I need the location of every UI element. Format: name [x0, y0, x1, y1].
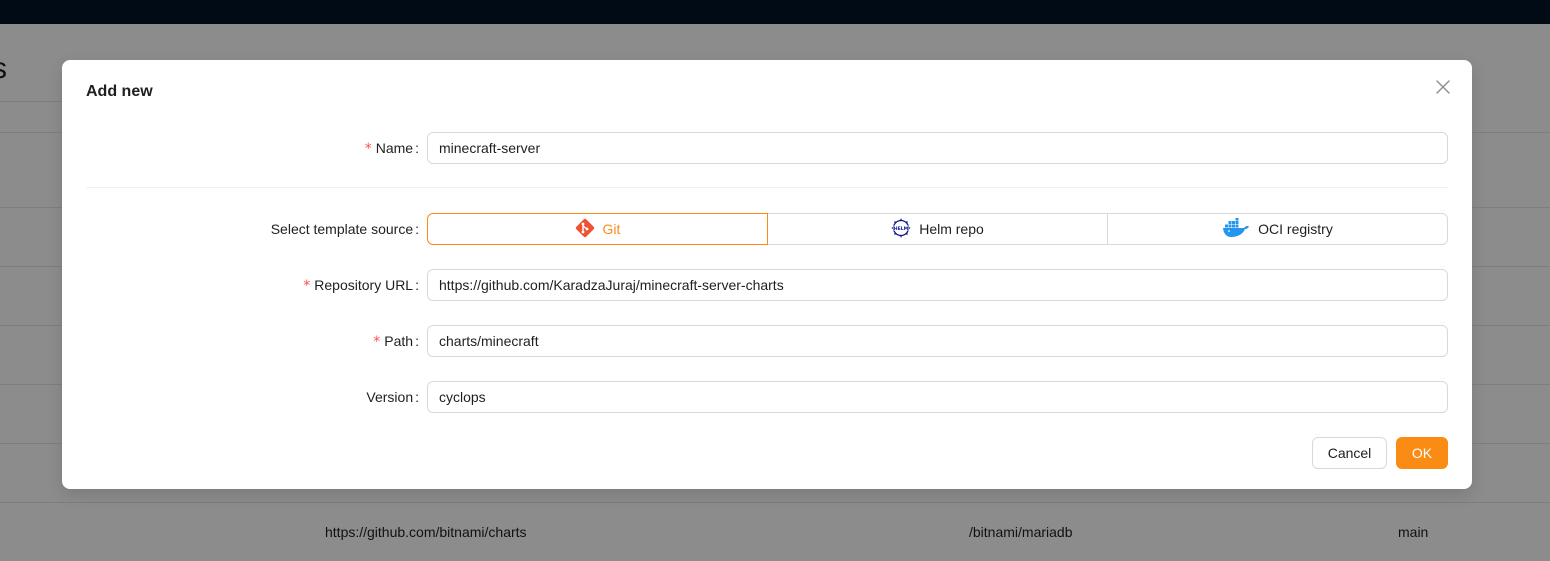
- path-label: * Path:: [373, 333, 419, 350]
- required-mark: *: [303, 278, 311, 294]
- name-input[interactable]: [427, 132, 1448, 164]
- helm-option-label: Helm repo: [919, 221, 984, 237]
- template-source-oci-registry[interactable]: OCI registry: [1107, 213, 1448, 245]
- git-option-label: Git: [602, 221, 621, 237]
- docker-icon: [1222, 217, 1250, 241]
- close-icon: [1436, 79, 1450, 99]
- template-source-segmented: Git HELM Helm repo OCI registry: [427, 213, 1448, 245]
- template-source-helm-repo[interactable]: HELM Helm repo: [767, 213, 1108, 245]
- form-row-template-source: Select template source: Git HELM Helm re…: [62, 213, 1472, 245]
- form-row-path: * Path:: [62, 325, 1472, 357]
- required-mark: *: [364, 141, 372, 157]
- form-row-version: Version:: [62, 381, 1472, 413]
- form-row-name: * Name:: [62, 132, 1472, 164]
- repository-url-label: * Repository URL:: [303, 277, 419, 294]
- path-input[interactable]: [427, 325, 1448, 357]
- ok-button[interactable]: OK: [1396, 437, 1448, 469]
- version-label: Version:: [366, 389, 419, 405]
- close-button[interactable]: [1432, 78, 1454, 100]
- repository-url-input[interactable]: [427, 269, 1448, 301]
- template-source-git[interactable]: Git: [427, 213, 768, 245]
- name-label: * Name:: [364, 140, 419, 157]
- modal-title: Add new: [86, 83, 153, 100]
- add-new-modal: Add new *Name: Select template source:: [62, 60, 1472, 489]
- git-icon: [575, 218, 595, 241]
- form-row-repository-url: * Repository URL:: [62, 269, 1472, 301]
- oci-option-label: OCI registry: [1258, 221, 1333, 237]
- form-divider: [86, 187, 1448, 188]
- required-mark: *: [373, 334, 381, 350]
- cancel-button[interactable]: Cancel: [1312, 437, 1387, 469]
- template-source-label: Select template source:: [270, 221, 419, 237]
- svg-text:HELM: HELM: [894, 225, 909, 231]
- helm-icon: HELM: [891, 218, 911, 241]
- version-input[interactable]: [427, 381, 1448, 413]
